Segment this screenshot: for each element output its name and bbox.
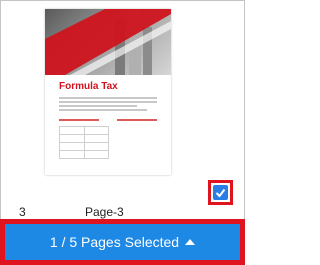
checkbox-fill <box>213 185 228 200</box>
doc-title: Formula Tax <box>59 81 118 92</box>
doc-body-text <box>59 97 157 113</box>
cover-photo <box>45 9 171 75</box>
caret-up-icon <box>185 239 196 245</box>
pages-selected-button[interactable]: 1 / 5 Pages Selected <box>5 224 240 260</box>
selection-summary-highlight: 1 / 5 Pages Selected <box>0 219 245 265</box>
page-number: 3 <box>19 205 26 219</box>
page-name: Page-3 <box>85 205 124 219</box>
pages-selected-label: 1 / 5 Pages Selected <box>49 234 180 250</box>
doc-section-heading <box>59 119 99 121</box>
page-preview[interactable]: Formula Tax <box>45 9 171 175</box>
page-select-checkbox[interactable] <box>208 180 233 205</box>
page-thumbnail-card[interactable]: Formula Tax 3 Page-3 <box>0 0 245 219</box>
doc-section-heading <box>117 119 157 121</box>
doc-table <box>59 126 109 159</box>
checkmark-icon <box>215 188 226 198</box>
